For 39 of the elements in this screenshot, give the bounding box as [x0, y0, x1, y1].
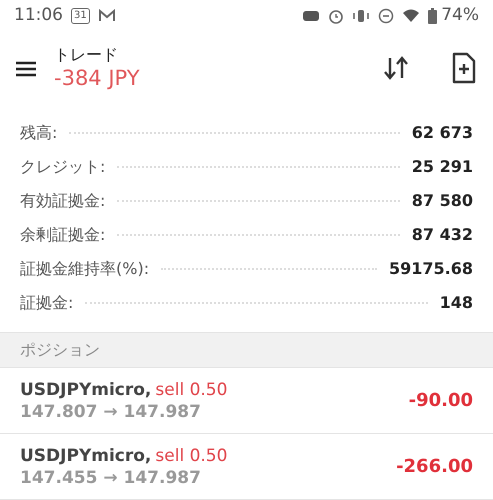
add-document-icon	[451, 52, 477, 84]
clock-time: 11:06	[14, 4, 63, 28]
summary-label: 残高:	[20, 122, 58, 144]
summary-label: 有効証拠金:	[20, 190, 106, 212]
screen-title: トレード	[54, 45, 119, 65]
summary-label: 証拠金維持率(%):	[20, 258, 150, 280]
calendar-icon: 31	[71, 8, 90, 24]
vibrate-icon	[352, 9, 370, 23]
price-range: 147.807 → 147.987	[20, 400, 202, 422]
new-order-button[interactable]	[451, 52, 477, 84]
order-type: sell 0.50	[155, 444, 228, 466]
battery-icon	[428, 8, 438, 24]
summary-value: 87 580	[412, 190, 473, 212]
summary-value: 59175.68	[388, 258, 473, 280]
summary-value: 25 291	[412, 156, 473, 178]
section-header: ポジション	[0, 332, 493, 368]
battery-percentage: 74%	[441, 4, 479, 28]
menu-icon	[14, 60, 38, 78]
summary-label: クレジット:	[20, 156, 106, 178]
sort-icon	[381, 54, 411, 82]
mail-icon	[98, 9, 116, 23]
wifi-icon	[402, 9, 420, 23]
position-row[interactable]: USDJPYmicro, sell 0.50 147.455 → 147.987 -266.00	[0, 434, 493, 500]
sort-button[interactable]	[381, 54, 411, 82]
summary-label: 証拠金:	[20, 292, 74, 314]
price-range: 147.455 → 147.987	[20, 466, 202, 488]
summary-label: 余剰証拠金:	[20, 224, 106, 246]
total-profit: -384 JPY	[54, 65, 140, 91]
position-symbol: USDJPYmicro,	[20, 378, 152, 400]
position-row[interactable]: USDJPYmicro, sell 0.50 147.807 → 147.987 -90.00	[0, 368, 493, 434]
summary-value: 87 432	[412, 224, 473, 246]
alarm-icon	[328, 8, 344, 24]
position-profit: -90.00	[408, 389, 473, 413]
position-profit: -266.00	[396, 455, 473, 479]
summary-value: 148	[440, 292, 473, 314]
position-symbol: USDJPYmicro,	[20, 444, 152, 466]
order-type: sell 0.50	[155, 378, 228, 400]
do-not-disturb-icon	[378, 8, 394, 24]
summary-value: 62 673	[412, 122, 473, 144]
